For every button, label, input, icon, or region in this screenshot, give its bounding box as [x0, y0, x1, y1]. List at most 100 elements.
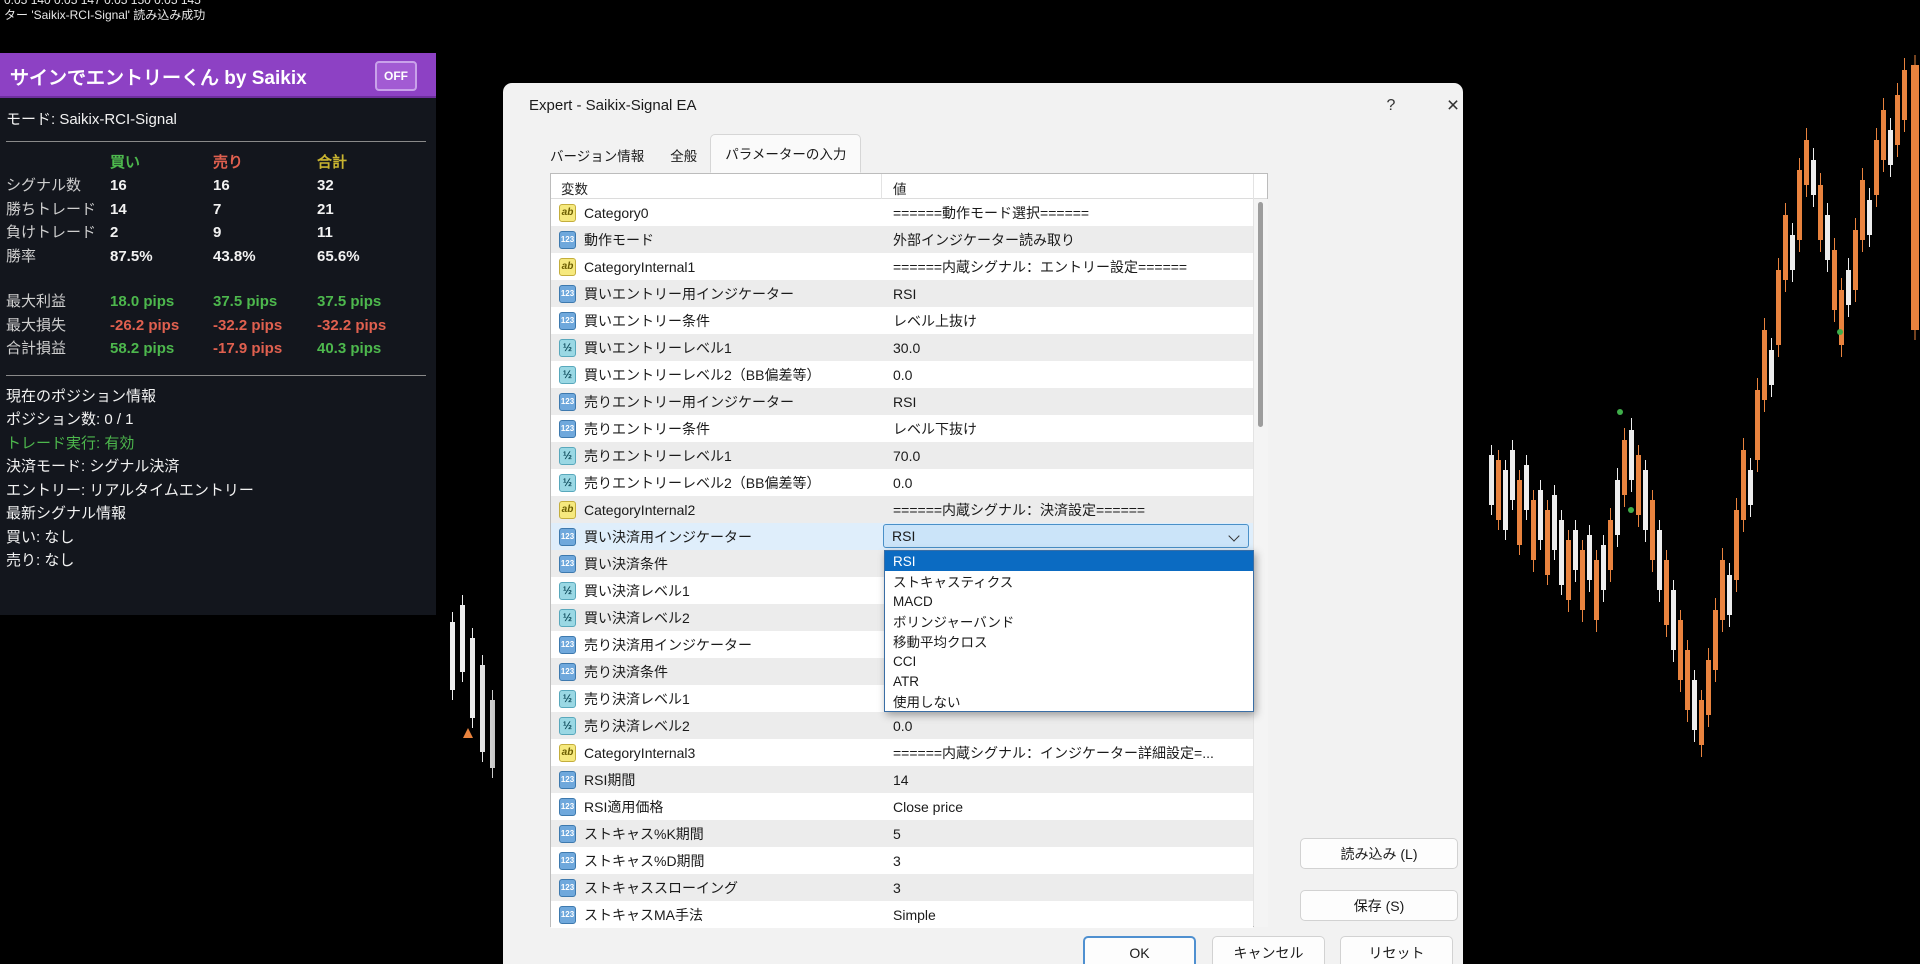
dropdown-option[interactable]: MACD: [885, 591, 1253, 611]
parameter-row[interactable]: ½買いエントリーレベル2（BB偏差等）0.0: [551, 361, 1253, 388]
candlestick: [1594, 550, 1599, 632]
parameter-row[interactable]: 123ストキャススローイング3: [551, 874, 1253, 901]
parameter-value-cell[interactable]: 5: [881, 820, 1253, 847]
parameter-value: レベル上抜け: [893, 311, 977, 331]
parameter-row[interactable]: abCategoryInternal3======内蔵シグナル：インジケーター詳…: [551, 739, 1253, 766]
parameter-row[interactable]: 123売りエントリー用インジケーターRSI: [551, 388, 1253, 415]
integer-type-icon: 123: [559, 555, 576, 573]
candlestick: [1643, 460, 1648, 542]
tab-version[interactable]: バージョン情報: [537, 138, 657, 173]
parameter-row[interactable]: abCategoryInternal2======内蔵シグナル：決済設定====…: [551, 496, 1253, 523]
parameter-value-cell[interactable]: ======動作モード選択======: [881, 199, 1253, 226]
parameter-value-cell[interactable]: 外部インジケーター読み取り: [881, 226, 1253, 253]
parameter-row[interactable]: 123買いエントリー用インジケーターRSI: [551, 280, 1253, 307]
parameter-row[interactable]: 123売りエントリー条件レベル下抜け: [551, 415, 1253, 442]
parameter-value-cell[interactable]: ======内蔵シグナル：エントリー設定======: [881, 253, 1253, 280]
dropdown-option[interactable]: ストキャスティクス: [885, 571, 1253, 591]
parameter-value: 30.0: [893, 340, 920, 356]
stat-value: 7: [213, 198, 317, 222]
parameter-value-cell[interactable]: RSI: [881, 280, 1253, 307]
candlestick: [1734, 498, 1739, 592]
parameter-row[interactable]: ½売り決済レベル20.0: [551, 712, 1253, 739]
parameter-name: 売りエントリー条件: [584, 419, 710, 439]
parameter-name-cell: 123ストキャス%D期間: [551, 847, 881, 874]
parameter-row[interactable]: 123動作モード外部インジケーター読み取り: [551, 226, 1253, 253]
dropdown-option[interactable]: 使用しない: [885, 691, 1253, 711]
dropdown-option[interactable]: RSI: [885, 551, 1253, 571]
parameter-value-cell[interactable]: ======内蔵シグナル：決済設定======: [881, 496, 1253, 523]
candlestick: [1881, 98, 1886, 172]
parameter-value-cell[interactable]: 14: [881, 766, 1253, 793]
parameter-row[interactable]: 123ストキャスMA手法Simple: [551, 901, 1253, 928]
save-button[interactable]: 保存 (S): [1300, 890, 1458, 921]
close-icon[interactable]: ×: [1438, 91, 1463, 121]
parameter-value-cell[interactable]: RSI: [881, 388, 1253, 415]
parameter-row[interactable]: 123RSI期間14: [551, 766, 1253, 793]
scrollbar-thumb[interactable]: [1258, 202, 1263, 427]
parameter-row[interactable]: 123RSI適用価格Close price: [551, 793, 1253, 820]
stat-label: シグナル数: [6, 174, 110, 198]
dropdown-option[interactable]: 移動平均クロス: [885, 631, 1253, 651]
ok-button[interactable]: OK: [1083, 936, 1196, 964]
parameter-value-cell[interactable]: 30.0: [881, 334, 1253, 361]
stat-label: 最大利益: [6, 290, 110, 314]
parameter-value-cell[interactable]: 70.0: [881, 442, 1253, 469]
parameter-name-cell: ½買いエントリーレベル2（BB偏差等）: [551, 361, 881, 388]
parameter-name-cell: 123売りエントリー用インジケーター: [551, 388, 881, 415]
parameter-value-cell[interactable]: 0.0: [881, 361, 1253, 388]
parameter-value-cell[interactable]: RSI: [881, 523, 1253, 550]
parameter-value-cell[interactable]: Simple: [881, 901, 1253, 928]
reset-button[interactable]: リセット: [1340, 936, 1453, 964]
parameter-row[interactable]: 123ストキャス%D期間3: [551, 847, 1253, 874]
parameter-value-cell[interactable]: 3: [881, 874, 1253, 901]
candlestick: [1769, 338, 1774, 397]
integer-type-icon: 123: [559, 312, 576, 330]
candlestick: [1895, 83, 1900, 157]
candlestick: [1685, 640, 1690, 722]
parameter-row[interactable]: abCategoryInternal1======内蔵シグナル：エントリー設定=…: [551, 253, 1253, 280]
stat-value: 65.6%: [317, 245, 426, 269]
divider: [6, 375, 426, 376]
parameter-row[interactable]: abCategory0======動作モード選択======: [551, 199, 1253, 226]
dropdown-option[interactable]: ボリンジャーバンド: [885, 611, 1253, 631]
parameter-row[interactable]: ½売りエントリーレベル2（BB偏差等）0.0: [551, 469, 1253, 496]
parameter-name-cell: abCategory0: [551, 199, 881, 226]
parameter-value-cell[interactable]: 0.0: [881, 469, 1253, 496]
candlestick: [1699, 690, 1704, 757]
tab-common[interactable]: 全般: [657, 138, 710, 173]
parameter-value-cell[interactable]: レベル上抜け: [881, 307, 1253, 334]
dialog-titlebar[interactable]: Expert - Saikix-Signal EA ? ×: [503, 83, 1463, 133]
parameter-row[interactable]: 123ストキャス%K期間5: [551, 820, 1253, 847]
candlestick: [1762, 318, 1767, 412]
stat-value: 21: [317, 198, 426, 222]
stat-value: -26.2 pips: [110, 314, 213, 338]
parameter-row[interactable]: 123買いエントリー条件レベル上抜け: [551, 307, 1253, 334]
parameter-value-cell[interactable]: Close price: [881, 793, 1253, 820]
dropdown-option[interactable]: CCI: [885, 651, 1253, 671]
parameter-value-cell[interactable]: 0.0: [881, 712, 1253, 739]
parameter-row[interactable]: ½買いエントリーレベル130.0: [551, 334, 1253, 361]
load-button[interactable]: 読み込み (L): [1300, 838, 1458, 869]
indicator-combobox[interactable]: RSI: [883, 524, 1249, 548]
parameter-value-cell[interactable]: レベル下抜け: [881, 415, 1253, 442]
integer-type-icon: 123: [559, 771, 576, 789]
divider: [6, 141, 426, 142]
cancel-button[interactable]: キャンセル: [1212, 936, 1325, 964]
parameter-row[interactable]: 123買い決済用インジケーターRSI: [551, 523, 1253, 550]
parameter-value-cell[interactable]: ======内蔵シグナル：インジケーター詳細設定=...: [881, 739, 1253, 766]
parameter-name: 買いエントリーレベル2（BB偏差等）: [584, 365, 820, 385]
parameter-row[interactable]: ½売りエントリーレベル170.0: [551, 442, 1253, 469]
off-toggle-button[interactable]: OFF: [375, 61, 417, 91]
vertical-scrollbar[interactable]: [1254, 199, 1268, 927]
parameter-value: Close price: [893, 799, 963, 815]
dialog-title: Expert - Saikix-Signal EA: [529, 97, 697, 114]
help-icon[interactable]: ?: [1376, 91, 1406, 121]
dropdown-option[interactable]: ATR: [885, 671, 1253, 691]
parameter-value-cell[interactable]: 3: [881, 847, 1253, 874]
candlestick: [1902, 58, 1907, 132]
parameter-name: ストキャススローイング: [584, 878, 738, 898]
parameter-name: 売りエントリー用インジケーター: [584, 392, 794, 412]
stat-value: -32.2 pips: [317, 314, 426, 338]
candlestick: [1818, 173, 1823, 252]
tab-parameters[interactable]: パラメーターの入力: [710, 134, 861, 173]
